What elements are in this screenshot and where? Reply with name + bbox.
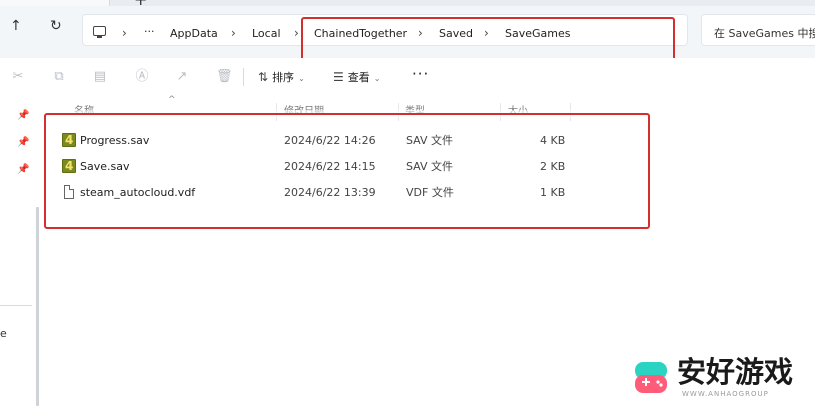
breadcrumb-local[interactable]: Local [252,27,281,41]
watermark-subtitle: WWW.ANHAOGROUP [682,390,769,398]
paste-icon[interactable]: ▤ [93,70,107,84]
sort-label: 排序 [272,71,295,84]
view-button[interactable]: ☰ 查看 ⌄ [333,70,380,86]
view-icon: ☰ [333,70,344,84]
pin-icon[interactable]: 📌 [17,111,29,121]
sort-button[interactable]: ⇅ 排序 ⌄ [258,70,305,86]
up-arrow-icon[interactable]: ↑ [10,19,22,33]
highlight-box-files [44,113,650,229]
command-bar [0,58,815,100]
breadcrumb-appdata[interactable]: AppData [170,27,218,41]
chevron-right-icon[interactable]: › [122,26,127,40]
more-options-button[interactable]: ··· [412,67,429,82]
navigation-pane-scrollbar[interactable] [36,207,39,406]
sort-icon: ⇅ [258,70,269,84]
pin-icon[interactable]: 📌 [17,138,29,148]
cut-icon[interactable]: ✂ [11,70,25,84]
toolbar-divider [243,68,244,86]
pin-icon[interactable]: 📌 [17,165,29,175]
view-label: 查看 [347,71,370,84]
delete-icon[interactable]: 🗑 [216,70,233,84]
rename-icon[interactable]: Ⓐ [135,70,149,84]
watermark-title: 安好游戏 [677,355,794,389]
watermark-logo [635,362,667,393]
pane-divider [0,305,32,306]
share-icon[interactable]: ↗ [175,70,189,84]
chevron-right-icon[interactable]: › [294,26,299,40]
chevron-down-icon: ⌄ [373,74,381,83]
this-pc-icon[interactable] [93,26,106,38]
search-input[interactable]: 在 SaveGames 中搜 [714,27,815,41]
copy-icon[interactable]: ⧉ [52,70,66,84]
sort-ascending-icon: ^ [168,95,176,105]
chevron-down-icon: ⌄ [298,74,305,83]
highlight-box-address [301,17,675,61]
breadcrumb-overflow-icon[interactable]: ··· [144,25,155,39]
nav-item-label[interactable]: e [0,327,7,340]
chevron-right-icon[interactable]: › [231,26,236,40]
refresh-icon[interactable]: ↻ [50,19,62,33]
